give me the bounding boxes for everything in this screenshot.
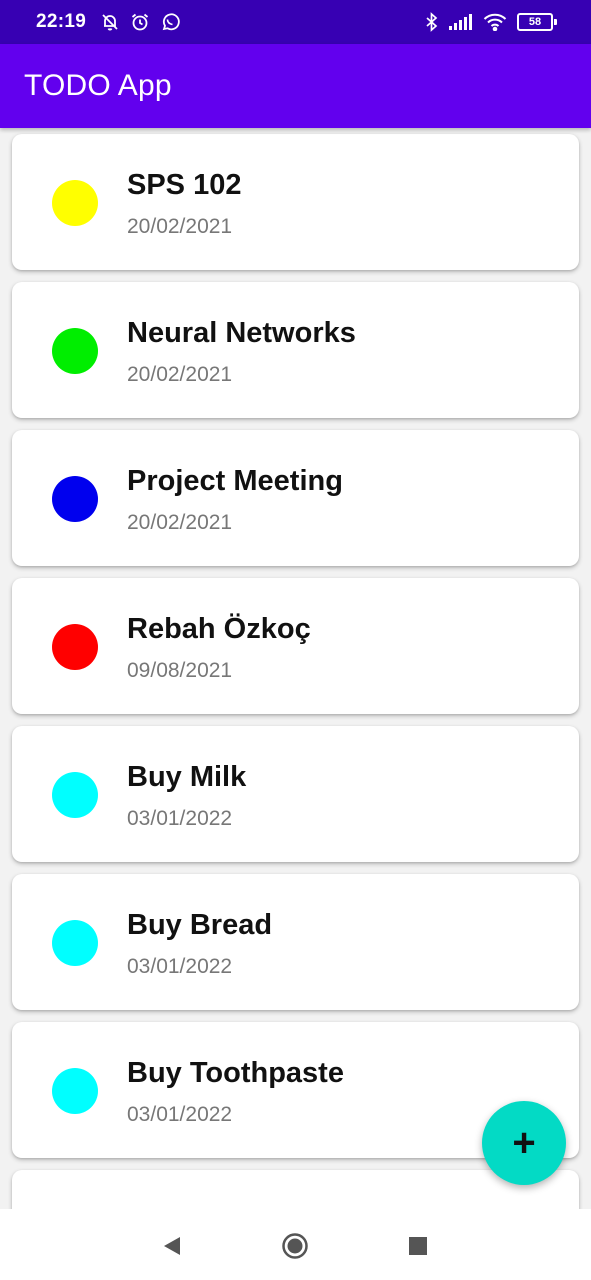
- todo-title: Buy Bread: [127, 909, 273, 941]
- add-todo-button[interactable]: +: [482, 1101, 566, 1185]
- plus-icon: +: [512, 1120, 536, 1165]
- todo-date: 20/02/2021: [127, 511, 233, 534]
- todo-list[interactable]: SPS 102 20/02/2021 Neural Networks 20/02…: [0, 128, 591, 1209]
- battery-icon: 58: [517, 13, 557, 31]
- color-dot: [52, 180, 98, 226]
- todo-title: Buy Toothpaste: [127, 1057, 344, 1089]
- color-dot: [52, 772, 98, 818]
- todo-date: 20/02/2021: [127, 215, 233, 238]
- todo-card[interactable]: Neural Networks 20/02/2021: [12, 282, 579, 418]
- todo-card-partial[interactable]: [12, 1170, 579, 1209]
- app-bar: TODO App: [0, 44, 591, 128]
- todo-date: 03/01/2022: [127, 1103, 233, 1126]
- whatsapp-icon: [160, 12, 180, 32]
- home-icon[interactable]: [280, 1231, 310, 1261]
- bluetooth-icon: [425, 12, 439, 32]
- battery-level: 58: [517, 13, 553, 31]
- back-icon[interactable]: [157, 1231, 187, 1261]
- color-dot: [52, 624, 98, 670]
- app-title: TODO App: [24, 69, 172, 102]
- todo-card[interactable]: SPS 102 20/02/2021: [12, 134, 579, 270]
- color-dot: [52, 1068, 98, 1114]
- todo-title: Buy Milk: [127, 761, 247, 793]
- todo-date: 03/01/2022: [127, 807, 233, 830]
- recents-icon[interactable]: [403, 1231, 433, 1261]
- color-dot: [52, 920, 98, 966]
- todo-title: Rebah Özkoç: [127, 613, 311, 645]
- todo-title: Neural Networks: [127, 317, 356, 349]
- todo-date: 20/02/2021: [127, 363, 233, 386]
- color-dot: [52, 328, 98, 374]
- battery-tip: [554, 19, 557, 25]
- todo-date: 03/01/2022: [127, 955, 233, 978]
- todo-title: Project Meeting: [127, 465, 343, 497]
- status-bar: 22:19 58: [0, 0, 591, 44]
- signal-icon: [449, 14, 473, 30]
- todo-card[interactable]: Rebah Özkoç 09/08/2021: [12, 578, 579, 714]
- wifi-icon: [483, 13, 507, 31]
- alarm-icon: [130, 12, 150, 32]
- color-dot: [52, 476, 98, 522]
- status-time: 22:19: [36, 11, 87, 32]
- bell-off-icon: [100, 12, 120, 32]
- todo-card[interactable]: Buy Bread 03/01/2022: [12, 874, 579, 1010]
- nav-bar: [0, 1209, 591, 1280]
- status-right: 58: [425, 12, 557, 32]
- todo-card[interactable]: Project Meeting 20/02/2021: [12, 430, 579, 566]
- status-left: 22:19: [36, 11, 425, 33]
- todo-card[interactable]: Buy Milk 03/01/2022: [12, 726, 579, 862]
- todo-date: 09/08/2021: [127, 659, 233, 682]
- todo-title: SPS 102: [127, 169, 242, 201]
